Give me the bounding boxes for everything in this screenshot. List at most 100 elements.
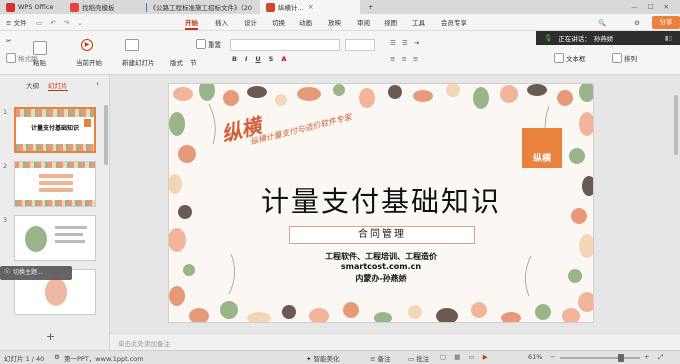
new-slide-button[interactable]: 新建幻灯片 [122,57,155,67]
section-button[interactable]: 节 [190,57,197,67]
tab-document[interactable]: 《公路工程标准施工招标文件》（20 [140,0,258,14]
logo-badge: 纵横 [522,128,562,168]
normal-view-icon[interactable]: ▢ [440,353,446,361]
menu-4[interactable]: 动画 [299,16,312,30]
comments-button[interactable]: ▭ 批注 [408,353,429,363]
docer-logo-icon [70,2,79,12]
tab-wps-office[interactable]: WPS Office [0,0,62,14]
align-buttons[interactable]: ≡ ≡ ≡ [390,55,418,63]
tab-outline[interactable]: 大纲 [26,80,39,90]
layout-button[interactable]: 版式 [170,57,183,67]
brush-icon [6,53,16,63]
search-icon[interactable]: 🔍 [598,16,606,30]
format-buttons[interactable]: B I U S A [232,55,286,63]
sparkle-icon: ✦ [306,355,312,363]
strike-icon[interactable]: S [269,55,274,63]
align-center-icon[interactable]: ≡ [401,55,406,63]
slide-thumbnail-2[interactable] [14,161,96,207]
bullets-icon[interactable]: ☰ [390,39,396,47]
menu-2[interactable]: 设计 [244,16,257,30]
window-controls: — ☐ ✕ [600,0,680,14]
slide-thumbnail-3[interactable] [14,215,96,261]
tab-slides[interactable]: 幻灯片 [48,80,68,91]
share-button[interactable]: 分享 [652,16,680,29]
thumb-line [55,233,83,236]
menu-1[interactable]: 插入 [215,16,228,30]
close-window-icon[interactable]: ✕ [664,3,669,11]
slide-count: 幻灯片 1 / 40 [4,355,45,363]
indent-icon[interactable]: ⇥ [414,39,419,47]
bold-icon[interactable]: B [232,55,237,63]
play-from-current-button[interactable]: 当前开始 [76,57,102,67]
close-tab-icon[interactable]: × [308,3,314,11]
spell-icon[interactable]: ⚙ [54,353,60,361]
canvas-scrollbar[interactable] [674,95,678,155]
minimize-icon[interactable]: — [631,3,638,11]
paste-button[interactable] [33,41,49,55]
menu-6[interactable]: 审阅 [357,16,370,30]
close-icon[interactable]: ⓧ [4,269,10,276]
quick-access: ▭ ↶ ↷ ⌄ [36,16,83,30]
theme-name: 第一PPT，www.1ppt.com [64,355,144,363]
save-icon[interactable]: ▭ [36,19,42,27]
tooltip: ⓧ 切换主题... [0,266,72,280]
font-color-icon[interactable]: A [281,55,286,63]
cut-icon[interactable]: ✂ [6,37,11,45]
italic-icon[interactable]: I [245,55,247,63]
settings-icon[interactable]: ⚙ [634,16,640,30]
slide-thumbnail-1[interactable]: 计量支付基础知识 [14,107,96,153]
menu-5[interactable]: 放映 [328,16,341,30]
notes-area[interactable]: 单击此处添加备注 [110,333,680,350]
maximize-icon[interactable]: ☐ [648,3,654,11]
zoom-thumb[interactable] [618,354,624,362]
undo-icon[interactable]: ↶ [50,19,55,27]
underline-icon[interactable]: U [255,55,260,63]
more-icon[interactable]: ⌄ [77,19,82,27]
sidebar-scrollbar[interactable] [104,105,108,165]
menu-7[interactable]: 视图 [384,16,397,30]
clipboard-icon [33,41,47,55]
redo-icon[interactable]: ↷ [64,19,69,27]
thumb-floral-bottom [16,144,94,151]
menu-9[interactable]: 会员专享 [441,16,467,30]
tab-presentation[interactable]: 纵横计... × [260,0,360,14]
reading-view-icon[interactable]: ▭ [468,353,474,361]
microphone-icon: 🎙 [544,34,553,42]
present-icon[interactable]: ▶ [483,353,488,361]
font-size-selector[interactable] [345,39,375,51]
new-slide-icon[interactable] [125,39,141,51]
new-tab-button[interactable]: + [362,0,380,14]
add-slide-button[interactable]: + [46,330,55,343]
slide-line-3: 内蒙办-孙燕娇 [355,274,407,283]
menu-0[interactable]: 开始 [185,16,198,30]
beautify-button[interactable]: ✦ 智能美化 [306,353,340,363]
menu-file[interactable]: ≡ 文件 [6,16,26,30]
zoom-out-icon[interactable]: − [550,353,555,361]
zoom-in-icon[interactable]: + [644,353,649,361]
thumb-tree [25,226,47,252]
notes-button[interactable]: ≡ 备注 [370,353,391,363]
tab-template[interactable]: 找稻壳模板 [64,0,138,14]
paragraph-buttons[interactable]: ☰ ☰ ⇥ [390,39,419,47]
reset-button[interactable]: 重置 [196,39,221,49]
sorter-view-icon[interactable]: ▦ [454,353,460,361]
arrange-button[interactable]: 排列 [612,53,637,63]
font-selector[interactable] [230,39,340,51]
waveform-icon: ▮▯ [664,34,672,42]
collapse-icon[interactable]: ‹ [96,79,99,88]
slide-number: 2 [3,162,8,170]
menu-8[interactable]: 工具 [412,16,425,30]
textbox-button[interactable]: 文本框 [554,53,586,63]
speaker-panel: 🎙 正在讲话： 孙燕娇 ▮▯ [536,31,680,45]
fit-icon[interactable]: ⤢ [658,353,663,362]
numbering-icon[interactable]: ☰ [402,39,408,47]
paste-label: 粘贴 [33,59,46,67]
align-right-icon[interactable]: ≡ [413,55,418,63]
play-icon[interactable]: ▶ [81,39,93,51]
thumb-shape [45,278,67,306]
zoom-slider[interactable] [560,354,640,362]
slide-line-1: 工程软件、工程培训、工程造价 [325,252,437,261]
menu-3[interactable]: 切换 [272,16,285,30]
slide-1[interactable]: 纵横 纵横计量支付与造价软件专家 纵横 计量支付基础知识 合同管理 工程软件、工… [168,83,594,323]
align-left-icon[interactable]: ≡ [390,55,395,63]
